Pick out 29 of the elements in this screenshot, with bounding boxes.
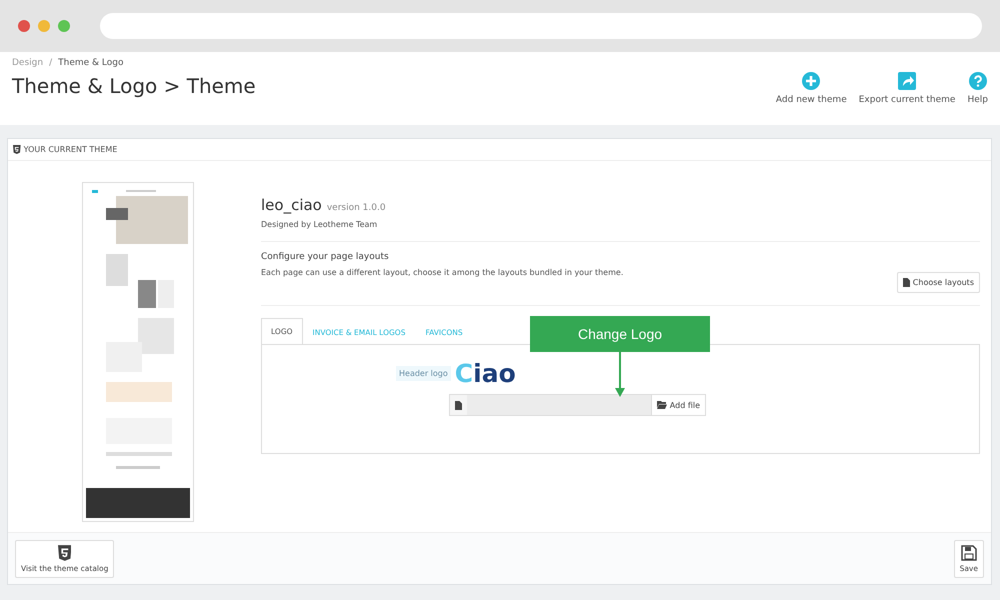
breadcrumb-separator: / xyxy=(49,58,52,68)
field-label: Header logo xyxy=(396,366,451,381)
panel-heading: YOUR CURRENT THEME xyxy=(24,145,118,154)
theme-version: version 1.0.0 xyxy=(326,203,386,213)
theme-author: Designed by Leotheme Team xyxy=(261,220,378,229)
toolbar-button[interactable]: Add new theme xyxy=(776,72,847,105)
folder-icon xyxy=(656,401,667,409)
logo-wordmark: Ciao xyxy=(454,359,516,388)
window-dot[interactable] xyxy=(58,20,70,32)
toolbar-button[interactable]: Export current theme xyxy=(858,72,956,105)
html5-shield-icon xyxy=(58,544,72,560)
theme-name: leo_ciao xyxy=(261,196,322,214)
html5-shield-icon xyxy=(13,145,21,154)
section-description: Each page can use a different layout, choose it among the layouts bundled in your theme. xyxy=(261,268,624,277)
callout-label: Change Logo xyxy=(530,316,710,352)
toolbar-button[interactable]: Help xyxy=(967,72,988,105)
breadcrumb-item: Theme & Logo xyxy=(58,58,124,68)
help-icon xyxy=(968,72,987,90)
choose-layouts-button[interactable]: Choose layouts xyxy=(896,272,980,293)
page-title: Theme & Logo > Theme xyxy=(12,74,256,98)
section-title: Configure your page layouts xyxy=(261,252,390,262)
address-bar[interactable] xyxy=(100,13,982,39)
window-dot[interactable] xyxy=(18,20,30,32)
document-icon xyxy=(455,400,462,410)
window-dot[interactable] xyxy=(38,20,50,32)
file-input-field[interactable]: Add file xyxy=(449,394,706,416)
document-icon xyxy=(902,278,910,287)
down-arrow xyxy=(615,352,625,398)
plus-circle-icon xyxy=(802,72,820,90)
